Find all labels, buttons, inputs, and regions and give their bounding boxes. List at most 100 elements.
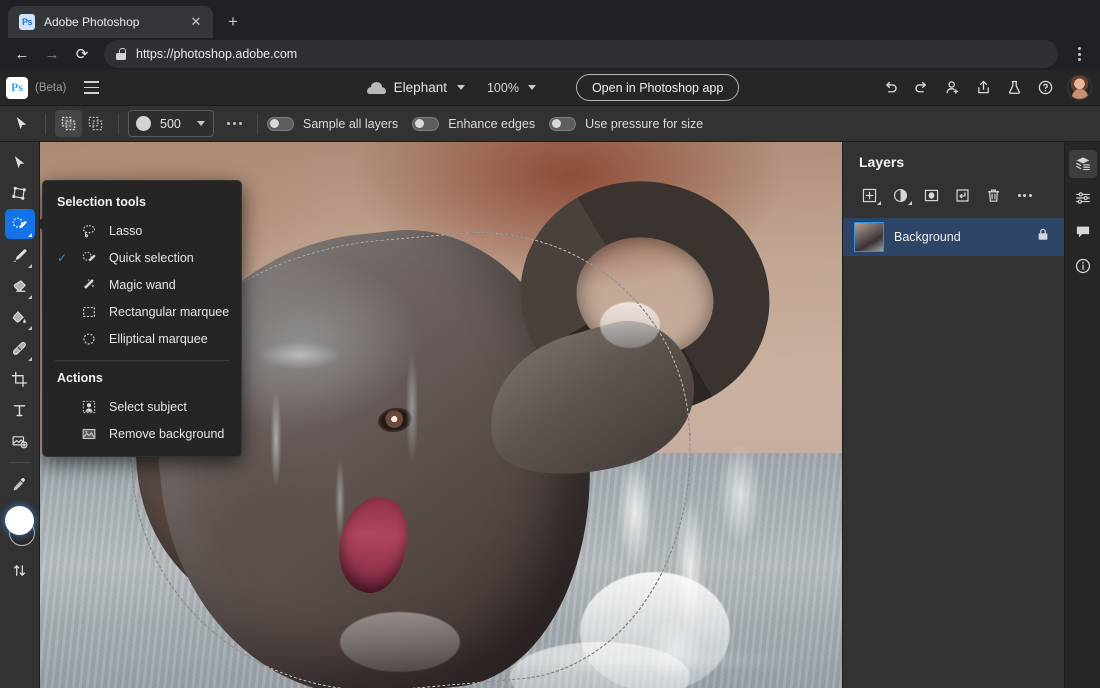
selection-tools-popup: Selection tools Lasso ✓ Quick selection …: [40, 180, 242, 457]
layer-mask-icon[interactable]: [917, 182, 946, 208]
enhance-edges-toggle[interactable]: Enhance edges: [412, 116, 536, 131]
layer-row[interactable]: Background: [843, 218, 1064, 256]
popup-section-header: Actions: [57, 371, 103, 385]
popup-item-elliptical-marquee[interactable]: Elliptical marquee: [43, 325, 241, 352]
popup-item-magic-wand[interactable]: Magic wand: [43, 271, 241, 298]
close-icon[interactable]: ✕: [187, 13, 205, 31]
brush-tool[interactable]: [5, 240, 35, 270]
adjustments-panel-icon[interactable]: [1069, 184, 1097, 212]
toggle-switch[interactable]: [549, 116, 577, 131]
document-name: Elephant: [393, 80, 447, 95]
paint-bucket-tool[interactable]: [5, 302, 35, 332]
workspace: Selection tools Lasso ✓ Quick selection …: [0, 142, 1100, 688]
popup-item-quick-selection[interactable]: ✓ Quick selection: [43, 244, 241, 271]
toggle-label: Use pressure for size: [585, 116, 704, 131]
cloud-icon: [366, 81, 386, 94]
sample-all-layers-toggle[interactable]: Sample all layers: [267, 116, 398, 131]
add-layer-icon[interactable]: [855, 182, 884, 208]
lock-icon[interactable]: [1036, 227, 1050, 247]
hamburger-icon[interactable]: [78, 75, 104, 101]
toggle-switch[interactable]: [267, 116, 294, 131]
toggle-label: Enhance edges: [448, 116, 536, 131]
add-to-selection-button[interactable]: [55, 110, 82, 137]
flyout-indicator: [877, 201, 881, 205]
tab-strip: Ps Adobe Photoshop ✕ +: [0, 0, 1100, 38]
popup-item-label: Select subject: [109, 399, 187, 414]
adjustment-layer-icon[interactable]: [886, 182, 915, 208]
color-swatches[interactable]: [4, 506, 36, 552]
undo-icon[interactable]: [876, 74, 904, 102]
use-pressure-for-size-toggle[interactable]: Use pressure for size: [549, 116, 704, 131]
brush-size-dropdown[interactable]: 500: [128, 110, 214, 137]
place-image-tool[interactable]: [5, 426, 35, 456]
subtract-from-selection-button[interactable]: [82, 110, 109, 137]
header-actions: [876, 74, 1092, 102]
divider: [118, 113, 119, 134]
swap-arrows-icon[interactable]: [5, 555, 35, 585]
browser-menu-icon[interactable]: [1066, 41, 1092, 67]
flyout-indicator: [28, 356, 32, 361]
share-icon[interactable]: [969, 74, 997, 102]
comments-panel-icon[interactable]: [1069, 218, 1097, 246]
brush-preview-icon: [136, 116, 151, 131]
reload-icon[interactable]: ⟳: [68, 40, 96, 68]
canvas-area[interactable]: Selection tools Lasso ✓ Quick selection …: [40, 142, 842, 688]
eraser-tool[interactable]: [5, 271, 35, 301]
flyout-indicator: [28, 263, 32, 268]
layers-panel-icon[interactable]: [1068, 150, 1097, 178]
remove-background-icon: [75, 426, 103, 442]
tab-title: Adobe Photoshop: [44, 15, 140, 29]
rectangular-marquee-icon: [75, 304, 103, 320]
foreground-color-swatch[interactable]: [4, 506, 34, 535]
redo-icon[interactable]: [907, 74, 935, 102]
popup-item-label: Rectangular marquee: [109, 304, 230, 319]
toggle-switch[interactable]: [412, 116, 440, 131]
layer-name: Background: [894, 230, 961, 244]
layers-toolbar: [843, 170, 1064, 218]
divider: [257, 113, 258, 134]
info-panel-icon[interactable]: [1069, 252, 1097, 280]
divider: [8, 462, 31, 463]
layer-thumbnail: [854, 222, 884, 252]
browser-tab[interactable]: Ps Adobe Photoshop ✕: [8, 6, 213, 38]
cursor-arrow-icon[interactable]: [6, 109, 36, 139]
elliptical-marquee-icon: [75, 331, 103, 347]
popup-item-lasso[interactable]: Lasso: [43, 217, 241, 244]
flyout-indicator: [908, 201, 912, 205]
chevron-down-icon: [197, 121, 205, 126]
popup-item-remove-background[interactable]: Remove background: [43, 420, 241, 447]
open-in-photoshop-app-button[interactable]: Open in Photoshop app: [575, 74, 740, 101]
move-tool[interactable]: [5, 147, 35, 177]
tools-toolbar: [0, 142, 40, 688]
quick-selection-tool[interactable]: [4, 209, 35, 239]
more-options-icon[interactable]: [1010, 182, 1039, 208]
clipping-mask-icon[interactable]: [948, 182, 977, 208]
check-icon: ✓: [57, 250, 68, 265]
document-name-dropdown[interactable]: Elephant: [361, 77, 471, 98]
popup-item-rectangular-marquee[interactable]: Rectangular marquee: [43, 298, 241, 325]
address-bar[interactable]: https://photoshop.adobe.com: [104, 40, 1058, 68]
lock-icon: [116, 48, 126, 60]
help-icon[interactable]: [1031, 74, 1059, 102]
back-icon[interactable]: ←: [8, 40, 36, 68]
forward-icon[interactable]: →: [38, 40, 66, 68]
eyedropper-tool[interactable]: [5, 469, 35, 499]
invite-collaborator-icon[interactable]: [938, 74, 966, 102]
divider: [45, 113, 46, 134]
app-header: Ps (Beta) Elephant 100% Open in Photosho…: [0, 70, 1100, 106]
healing-brush-tool[interactable]: [5, 333, 35, 363]
popup-item-select-subject[interactable]: Select subject: [43, 393, 241, 420]
lasso-icon: [75, 223, 103, 239]
delete-layer-icon[interactable]: [979, 182, 1008, 208]
avatar[interactable]: [1067, 75, 1092, 100]
transform-tool[interactable]: [5, 178, 35, 208]
photoshop-logo-icon: Ps: [6, 76, 28, 99]
layers-panel-title: Layers: [859, 154, 905, 170]
more-options-icon[interactable]: [220, 111, 248, 137]
new-tab-button[interactable]: +: [219, 8, 247, 36]
beaker-icon[interactable]: [1000, 74, 1028, 102]
quick-selection-icon: [75, 250, 103, 266]
type-tool[interactable]: [5, 395, 35, 425]
crop-tool[interactable]: [5, 364, 35, 394]
zoom-level-dropdown[interactable]: 100%: [481, 78, 542, 98]
